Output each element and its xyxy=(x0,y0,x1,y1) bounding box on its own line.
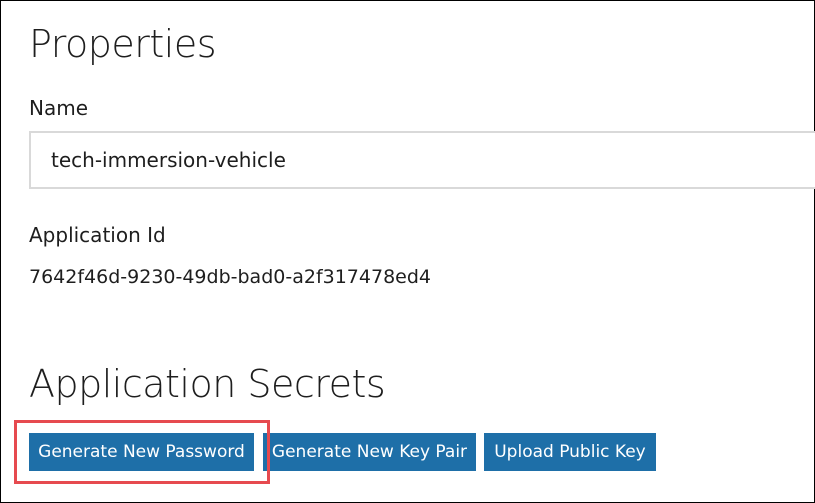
generate-new-password-button[interactable]: Generate New Password xyxy=(29,433,254,471)
name-input[interactable] xyxy=(29,131,815,189)
application-id-label: Application Id xyxy=(29,223,166,247)
application-secrets-heading: Application Secrets xyxy=(29,362,386,406)
generate-new-key-pair-button[interactable]: Generate New Key Pair xyxy=(263,433,476,471)
upload-public-key-button[interactable]: Upload Public Key xyxy=(484,433,656,471)
name-label: Name xyxy=(29,96,89,120)
properties-heading: Properties xyxy=(29,22,217,66)
application-id-value: 7642f46d-9230-49db-bad0-a2f317478ed4 xyxy=(29,266,431,288)
screenshot-frame xyxy=(0,0,815,503)
